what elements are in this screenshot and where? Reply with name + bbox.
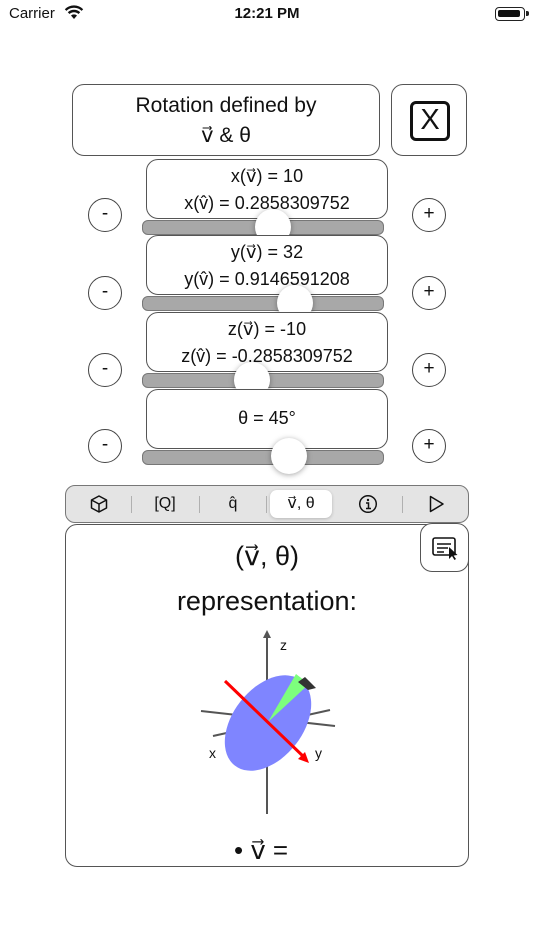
- status-bar: Carrier 12:21 PM: [0, 0, 534, 30]
- z-axis-label: z: [280, 637, 287, 653]
- tab-separator: [402, 496, 403, 513]
- y-vector-value: y(v⃗) = 32: [230, 242, 304, 262]
- theta-label: θ = 45°: [146, 389, 388, 449]
- z-unit-value: z(v̂) = -0.2858309752: [181, 346, 353, 366]
- x-vector-value: x(v⃗) = 10: [230, 166, 304, 186]
- rotation-title-box: Rotation defined by v⃗ & θ: [72, 84, 380, 156]
- x-plus-button[interactable]: +: [412, 198, 446, 232]
- x-axis-label: x: [209, 745, 216, 761]
- y-axis-label: y: [315, 745, 322, 761]
- z-plus-button[interactable]: +: [412, 353, 446, 387]
- z-axis-arrow: [263, 630, 271, 638]
- representation-title: (v⃗, θ): [235, 541, 299, 571]
- title-line-2: v⃗ & θ: [201, 124, 251, 147]
- y-unit-value: y(v̂) = 0.9146591208: [184, 269, 350, 289]
- vector-bullet: • v⃗ =: [234, 835, 289, 865]
- theta-slider-track[interactable]: [142, 450, 384, 465]
- play-icon: [426, 495, 446, 518]
- tab-unit-quaternion[interactable]: q̂: [202, 490, 264, 518]
- theta-value: θ = 45°: [238, 408, 296, 428]
- theta-plus-button[interactable]: +: [412, 429, 446, 463]
- z-minus-button[interactable]: -: [88, 353, 122, 387]
- rotation-diagram: [200, 630, 336, 814]
- tab-separator: [199, 496, 200, 513]
- tab-vector-angle[interactable]: v⃗, θ: [270, 490, 332, 518]
- clock: 12:21 PM: [234, 5, 300, 22]
- info-icon: [358, 494, 378, 518]
- tab-3d-view[interactable]: [68, 490, 130, 518]
- representation-tab-bar: [Q] q̂ v⃗, θ: [65, 485, 469, 523]
- tab-quaternion-matrix[interactable]: [Q]: [134, 490, 196, 518]
- theta-slider-thumb[interactable]: [271, 438, 307, 474]
- tab-separator: [266, 496, 267, 513]
- z-vector-value: z(v⃗) = -10: [227, 319, 307, 339]
- x-minus-button[interactable]: -: [88, 198, 122, 232]
- tab-info[interactable]: [337, 490, 399, 518]
- representation-subtitle: representation:: [176, 586, 358, 616]
- y-slider-track[interactable]: [142, 296, 384, 311]
- z-component-label: z(v⃗) = -10 z(v̂) = -0.2858309752: [146, 312, 388, 372]
- battery-icon: [495, 7, 529, 21]
- tab-play[interactable]: [405, 490, 467, 518]
- theta-minus-button[interactable]: -: [88, 429, 122, 463]
- title-line-1: Rotation defined by: [135, 94, 317, 117]
- y-minus-button[interactable]: -: [88, 276, 122, 310]
- close-icon: X: [410, 101, 450, 141]
- cube-icon: [89, 495, 109, 518]
- y-component-label: y(v⃗) = 32 y(v̂) = 0.9146591208: [146, 235, 388, 295]
- tab-separator: [131, 496, 132, 513]
- y-plus-button[interactable]: +: [412, 276, 446, 310]
- close-button[interactable]: X: [391, 84, 467, 156]
